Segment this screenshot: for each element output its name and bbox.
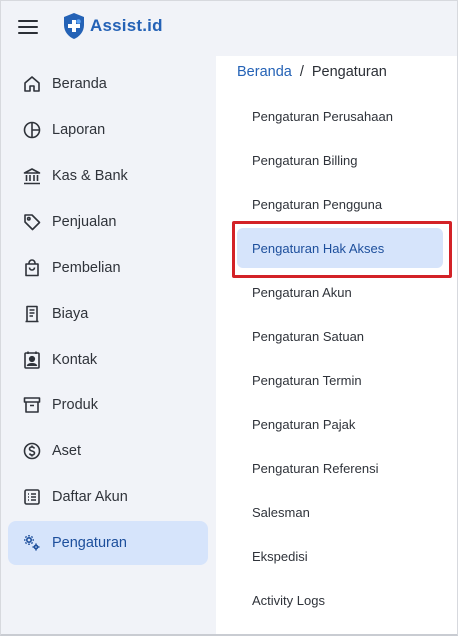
settings-item-pengguna[interactable]: Pengaturan Pengguna — [237, 184, 443, 224]
breadcrumb-separator: / — [299, 64, 304, 80]
settings-item-pajak[interactable]: Pengaturan Pajak — [237, 404, 443, 444]
shield-logo-icon — [64, 13, 84, 39]
breadcrumb-link-beranda[interactable]: Beranda — [237, 64, 292, 80]
receipt-icon — [22, 304, 42, 324]
sidebar-item-label: Beranda — [52, 76, 107, 92]
sidebar-item-aset[interactable]: Aset — [8, 429, 208, 473]
settings-item-hak-akses[interactable]: Pengaturan Hak Akses — [237, 228, 443, 268]
home-icon — [22, 74, 42, 94]
settings-item-billing[interactable]: Pengaturan Billing — [237, 140, 443, 180]
sidebar-item-label: Pengaturan — [52, 535, 127, 551]
sidebar-item-label: Kas & Bank — [52, 168, 128, 184]
sidebar-item-pembelian[interactable]: Pembelian — [8, 246, 208, 290]
dollar-circle-icon — [22, 441, 42, 461]
sidebar-item-laporan[interactable]: Laporan — [8, 108, 208, 152]
breadcrumb-current: Pengaturan — [311, 64, 387, 80]
settings-item-salesman[interactable]: Salesman — [237, 492, 443, 532]
sidebar-item-label: Aset — [52, 443, 82, 459]
sidebar-item-kontak[interactable]: Kontak — [8, 338, 208, 382]
sidebar-item-label: Penjualan — [52, 214, 117, 230]
brand-logo[interactable]: Assist.id — [62, 12, 163, 40]
settings-item-activity-logs[interactable]: Activity Logs — [237, 580, 443, 620]
archive-icon — [22, 395, 42, 415]
sidebar-item-penjualan[interactable]: Penjualan — [8, 200, 208, 244]
shopping-bag-icon — [22, 258, 42, 278]
sidebar-item-daftar-akun[interactable]: Daftar Akun — [8, 475, 208, 519]
settings-item-perusahaan[interactable]: Pengaturan Perusahaan — [237, 96, 443, 136]
tag-icon — [22, 212, 42, 232]
settings-item-ekspedisi[interactable]: Ekspedisi — [237, 536, 443, 576]
sidebar-item-label: Pembelian — [52, 260, 121, 276]
sidebar-item-pengaturan[interactable]: Pengaturan — [8, 521, 208, 565]
bank-icon — [22, 166, 42, 186]
settings-item-termin[interactable]: Pengaturan Termin — [237, 360, 443, 400]
sidebar-item-label: Kontak — [52, 352, 98, 368]
sidebar-item-label: Daftar Akun — [52, 489, 128, 505]
top-bar: Assist.id — [0, 0, 458, 56]
gears-icon — [22, 533, 42, 553]
brand-name: Assist.id — [90, 16, 163, 35]
settings-menu: Pengaturan Perusahaan Pengaturan Billing… — [216, 88, 458, 634]
breadcrumb: Beranda / Pengaturan — [216, 56, 458, 88]
settings-item-akun[interactable]: Pengaturan Akun — [237, 272, 443, 312]
contact-icon — [22, 350, 42, 370]
sidebar-item-biaya[interactable]: Biaya — [8, 292, 208, 336]
settings-item-satuan[interactable]: Pengaturan Satuan — [237, 316, 443, 356]
settings-item-referensi[interactable]: Pengaturan Referensi — [237, 448, 443, 488]
pie-chart-icon — [22, 120, 42, 140]
list-icon — [22, 487, 42, 507]
sidebar-item-beranda[interactable]: Beranda — [8, 62, 208, 106]
sidebar-item-kas-bank[interactable]: Kas & Bank — [8, 154, 208, 198]
sidebar-item-label: Laporan — [52, 122, 106, 138]
sidebar-item-produk[interactable]: Produk — [8, 383, 208, 427]
sidebar-item-label: Produk — [52, 397, 98, 413]
menu-icon[interactable] — [18, 20, 38, 36]
sidebar-item-label: Biaya — [52, 306, 89, 322]
